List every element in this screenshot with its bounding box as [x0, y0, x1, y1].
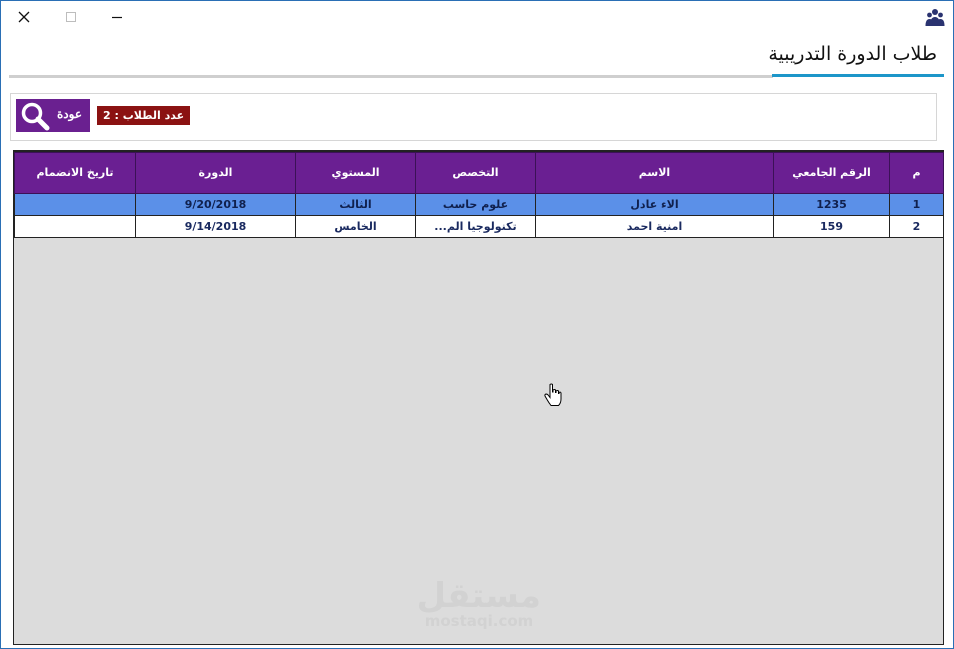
minimize-icon — [112, 16, 122, 19]
cell-num[interactable]: 2 — [889, 215, 944, 238]
title-underline-accent — [772, 74, 944, 77]
students-grid: م الرقم الجامعي الاسم التخصص المستوي الد… — [13, 150, 944, 645]
cell-join-date[interactable] — [14, 215, 136, 238]
column-header-level[interactable]: المستوي — [295, 152, 416, 194]
table-row[interactable]: 1 1235 الاء عادل علوم حاسب الثالث 9/20/2… — [14, 193, 944, 216]
cell-university-id[interactable]: 159 — [773, 215, 890, 238]
table-header-row: م الرقم الجامعي الاسم التخصص المستوي الد… — [14, 152, 944, 194]
column-header-name[interactable]: الاسم — [535, 152, 774, 194]
watermark: مستقل mostaqi.com — [417, 579, 541, 629]
student-count-badge: عدد الطلاب : 2 — [97, 106, 191, 125]
maximize-icon — [66, 12, 76, 22]
watermark-arabic: مستقل — [416, 576, 541, 616]
column-header-major[interactable]: التخصص — [415, 152, 536, 194]
minimize-button[interactable] — [105, 5, 129, 29]
cell-course[interactable]: 9/20/2018 — [135, 193, 296, 216]
table-row[interactable]: 2 159 امنية احمد تكنولوجيا الم... الخامس… — [14, 215, 944, 238]
watermark-english: mostaqi.com — [424, 612, 534, 630]
search-icon — [21, 102, 50, 131]
column-header-university-id[interactable]: الرقم الجامعي — [773, 152, 890, 194]
cell-num[interactable]: 1 — [889, 193, 944, 216]
cell-university-id[interactable]: 1235 — [773, 193, 890, 216]
close-button[interactable] — [12, 5, 36, 29]
close-icon — [18, 11, 30, 23]
column-header-join-date[interactable]: تاريخ الانضمام — [14, 152, 136, 194]
users-group-icon — [925, 9, 945, 26]
cell-level[interactable]: الثالث — [295, 193, 416, 216]
column-header-course[interactable]: الدورة — [135, 152, 296, 194]
title-bar — [1, 1, 953, 33]
cell-level[interactable]: الخامس — [295, 215, 416, 238]
cell-course[interactable]: 9/14/2018 — [135, 215, 296, 238]
cell-major[interactable]: تكنولوجيا الم... — [415, 215, 536, 238]
cell-join-date[interactable] — [14, 193, 136, 216]
cell-name[interactable]: امنية احمد — [535, 215, 774, 238]
back-button-label: عودة — [57, 107, 82, 121]
back-button[interactable]: عودة — [16, 99, 90, 132]
students-table: م الرقم الجامعي الاسم التخصص المستوي الد… — [14, 152, 944, 238]
page-title: طلاب الدورة التدريبية — [768, 43, 937, 65]
column-header-num[interactable]: م — [889, 152, 944, 194]
main-window: طلاب الدورة التدريبية عودة عدد الطلاب : … — [0, 0, 954, 649]
cell-name[interactable]: الاء عادل — [535, 193, 774, 216]
hand-cursor-icon — [544, 383, 562, 406]
title-divider — [9, 75, 773, 78]
maximize-button[interactable] — [59, 5, 83, 29]
toolbar-panel: عودة عدد الطلاب : 2 — [10, 93, 937, 141]
cell-major[interactable]: علوم حاسب — [415, 193, 536, 216]
